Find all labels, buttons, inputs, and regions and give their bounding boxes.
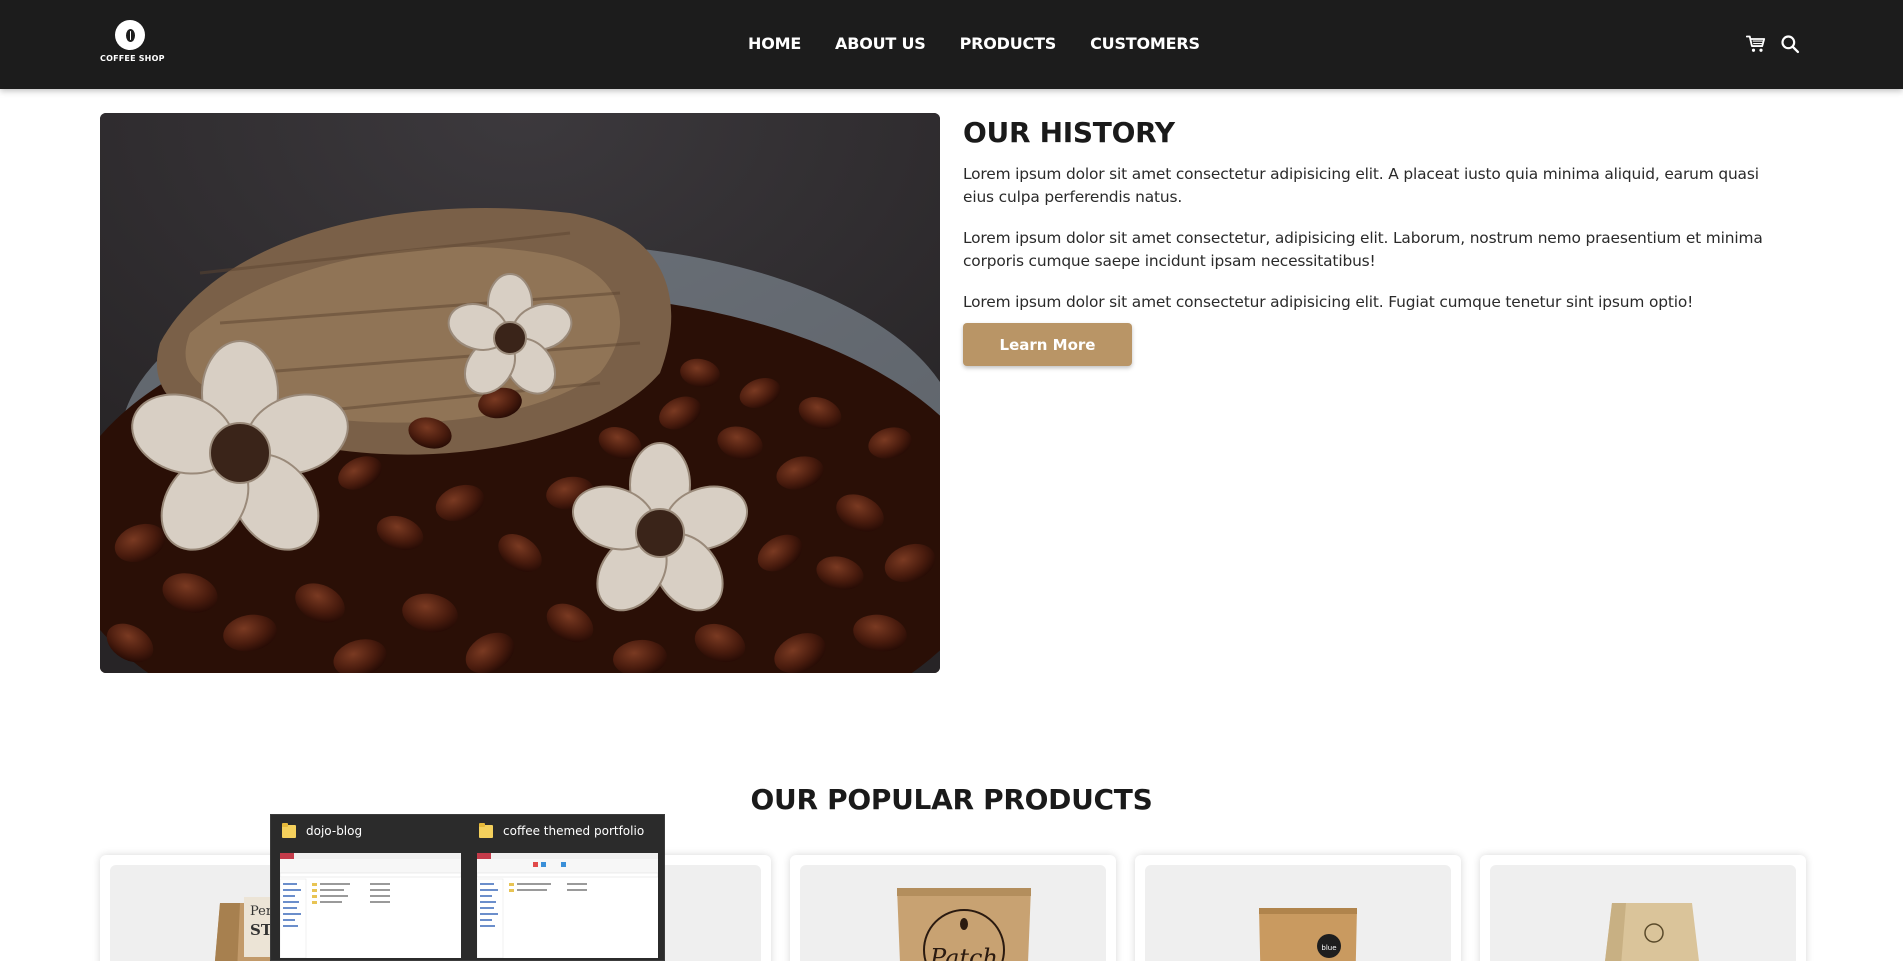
explorer-window-snapshot — [280, 853, 461, 958]
nav-about-us-link[interactable]: ABOUT US — [835, 34, 926, 53]
window-thumbnail-coffee-themed-portfolio[interactable]: coffee themed portfolio — [468, 815, 662, 961]
coffee-shop-logo[interactable]: COFFEE SHOP — [100, 20, 165, 68]
folder-icon — [479, 823, 493, 838]
history-title: OUR HISTORY — [963, 116, 1175, 149]
site-header: COFFEE SHOP HOME ABOUT US PRODUCTS CUSTO… — [0, 0, 1903, 89]
search-icon[interactable] — [1780, 34, 1800, 54]
product-image: Patch — [800, 865, 1106, 961]
product-card[interactable]: Patch — [790, 855, 1116, 961]
window-thumbnail-dojo-blog[interactable]: dojo-blog — [271, 815, 465, 961]
logo-text: COFFEE SHOP — [100, 54, 165, 63]
main-nav: HOME ABOUT US PRODUCTS CUSTOMERS — [748, 34, 1200, 53]
cart-icon[interactable] — [1746, 34, 1766, 54]
product-card[interactable]: blue — [1135, 855, 1461, 961]
window-title: coffee themed portfolio — [503, 823, 645, 838]
explorer-window-snapshot — [477, 853, 658, 958]
history-paragraph-2: Lorem ipsum dolor sit amet consectetur, … — [963, 229, 1763, 270]
history-paragraph-1: Lorem ipsum dolor sit amet consectetur a… — [963, 165, 1759, 206]
learn-more-button[interactable]: Learn More — [963, 323, 1132, 366]
svg-text:Patch: Patch — [929, 944, 998, 961]
product-card[interactable] — [1480, 855, 1806, 961]
nav-products-link[interactable]: PRODUCTS — [960, 34, 1057, 53]
popular-products-title: OUR POPULAR PRODUCTS — [750, 783, 1153, 816]
nav-customers-link[interactable]: CUSTOMERS — [1090, 34, 1200, 53]
taskbar-window-preview: dojo-blog coffee themed portfolio — [270, 814, 665, 961]
window-title: dojo-blog — [306, 823, 363, 838]
history-paragraph-3: Lorem ipsum dolor sit amet consectetur a… — [963, 293, 1694, 311]
svg-text:blue: blue — [1321, 944, 1336, 952]
coffee-bean-icon — [115, 20, 145, 50]
product-image — [1490, 865, 1796, 961]
nav-home-link[interactable]: HOME — [748, 34, 801, 53]
folder-icon — [282, 823, 296, 838]
product-image: blue — [1145, 865, 1451, 961]
coffee-beans-flowers-image — [100, 113, 940, 673]
our-history-section: OUR HISTORY Lorem ipsum dolor sit amet c… — [963, 116, 1793, 332]
